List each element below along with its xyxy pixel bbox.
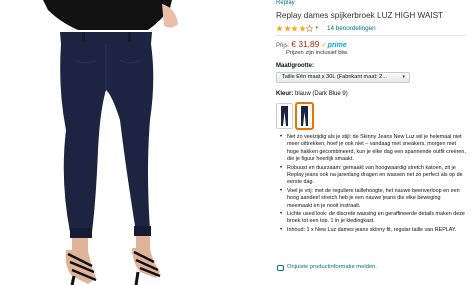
star-icon bbox=[276, 24, 283, 31]
color-swatches bbox=[276, 103, 313, 129]
product-image[interactable] bbox=[0, 0, 270, 285]
prime-badge[interactable]: ✓ prime bbox=[321, 41, 347, 50]
price-value: € 31,89 bbox=[291, 39, 320, 49]
color-row: Kleur: blauw (Dark Blue 9) bbox=[276, 91, 348, 98]
reviews-link[interactable]: 14 beoordelingen bbox=[327, 25, 376, 32]
star-rating[interactable] bbox=[276, 24, 314, 32]
price-row: Prijs: € 31,89 ✓ prime bbox=[276, 39, 347, 49]
chevron-down-icon: ▾ bbox=[402, 74, 405, 80]
star-icon bbox=[283, 24, 291, 31]
star-icon bbox=[298, 24, 306, 31]
product-details: Replay Replay dames spijkerbroek LUZ HIG… bbox=[276, 0, 472, 285]
color-value: blauw (Dark Blue 9) bbox=[295, 91, 348, 97]
price-label: Prijs: bbox=[276, 43, 290, 49]
feature-bullet: Lichte used look: de discrete wassing en… bbox=[280, 211, 467, 226]
report-info-label: Onjuiste productinformatie melden. bbox=[287, 264, 377, 270]
brand-link[interactable]: Replay bbox=[276, 0, 295, 7]
color-swatch-selected[interactable] bbox=[296, 103, 313, 129]
report-info-link[interactable]: Onjuiste productinformatie melden. bbox=[277, 264, 377, 271]
vat-note: Prijzen zijn inclusief btw. bbox=[286, 50, 349, 56]
star-empty-icon bbox=[306, 24, 313, 32]
rating-row[interactable]: ▾ 14 beoordelingen bbox=[276, 24, 376, 32]
feature-bullet: Inhoud: 1 x New Luz dames jeans skinny f… bbox=[280, 227, 467, 235]
chevron-down-icon[interactable]: ▾ bbox=[316, 25, 319, 31]
prime-label: prime bbox=[327, 41, 347, 49]
feature-bullet: Net zo veelzijdig als je stijl: de Skinn… bbox=[280, 134, 467, 164]
prime-check-icon: ✓ bbox=[321, 42, 328, 49]
star-icon bbox=[291, 24, 298, 31]
product-title: Replay dames spijkerbroek LUZ HIGH WAIST bbox=[276, 11, 444, 20]
color-label: Kleur: bbox=[276, 91, 294, 97]
feature-bullet: Voel je vrij: met de reguliere taillehoo… bbox=[280, 188, 467, 210]
divider bbox=[276, 35, 466, 36]
size-selected-value: Taille Eén maat x 30L (Fabrikant maat: 2… bbox=[282, 74, 387, 80]
feature-bullet: Robuust en duurzaam: gemaakt van hoogwaa… bbox=[280, 165, 467, 187]
size-label: Maat/grootte: bbox=[276, 63, 314, 69]
jeans-thumbnail-icon bbox=[281, 106, 288, 126]
color-swatch[interactable] bbox=[276, 103, 293, 129]
speech-bubble-icon bbox=[277, 264, 284, 271]
feature-bullets: Net zo veelzijdig als je stijl: de Skinn… bbox=[280, 134, 467, 235]
size-dropdown[interactable]: Taille Eén maat x 30L (Fabrikant maat: 2… bbox=[276, 72, 410, 83]
jeans-thumbnail-icon bbox=[301, 106, 308, 126]
